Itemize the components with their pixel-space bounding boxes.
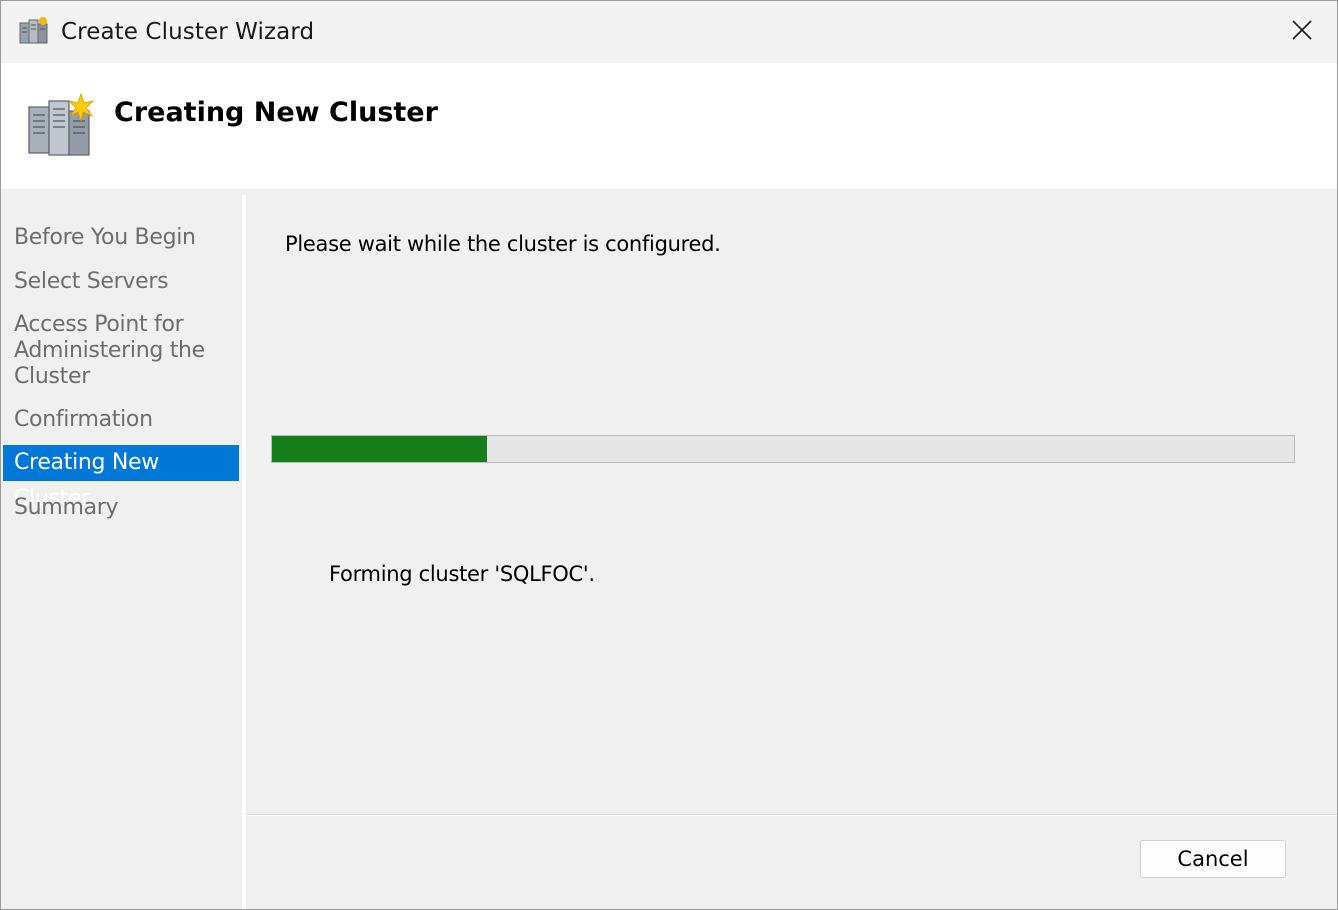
step-before-you-begin: Before You Begin xyxy=(14,225,196,250)
step-access-point: Access Point for Administering the Clust… xyxy=(14,312,205,389)
close-button[interactable] xyxy=(1267,1,1337,63)
step-creating-new-cluster: Creating New Cluster xyxy=(3,445,239,511)
window-title: Create Cluster Wizard xyxy=(61,19,315,45)
wizard-header: Creating New Cluster xyxy=(1,63,1337,190)
progress-fill xyxy=(272,436,487,462)
progress-bar xyxy=(271,435,1295,463)
wizard-window: Create Cluster Wizard Creating New Clust… xyxy=(0,0,1338,910)
wizard-footer: Cancel xyxy=(246,816,1337,909)
status-text: Forming cluster 'SQLFOC'. xyxy=(329,562,595,586)
step-confirmation: Confirmation xyxy=(14,407,153,432)
page-title: Creating New Cluster xyxy=(114,97,438,128)
wizard-steps: Before You Begin Select Servers Access P… xyxy=(1,195,242,909)
cluster-icon xyxy=(18,15,50,47)
step-select-servers: Select Servers xyxy=(14,269,169,294)
main-content: Please wait while the cluster is configu… xyxy=(246,195,1337,815)
cluster-wizard-icon xyxy=(27,92,99,161)
close-icon xyxy=(1291,19,1313,46)
title-bar: Create Cluster Wizard xyxy=(1,1,1337,63)
step-summary: Summary xyxy=(14,495,119,520)
cancel-button[interactable]: Cancel xyxy=(1140,840,1286,878)
wait-message: Please wait while the cluster is configu… xyxy=(285,232,721,256)
